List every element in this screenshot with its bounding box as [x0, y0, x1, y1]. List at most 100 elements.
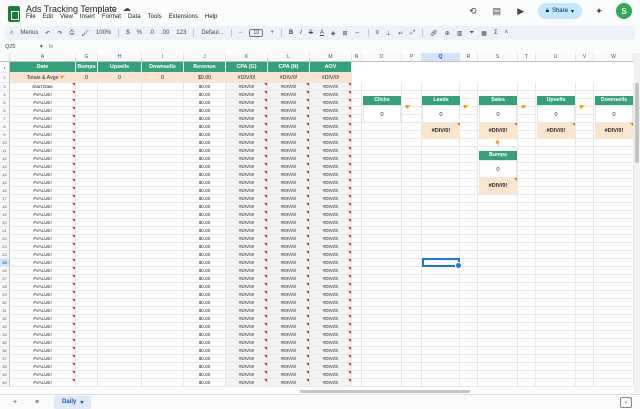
error-cell[interactable]: #DIV/0!	[310, 163, 352, 171]
empty-cell[interactable]	[422, 315, 460, 323]
column-header[interactable]: P	[402, 53, 422, 62]
error-cell[interactable]: #DIV/0!	[268, 211, 310, 219]
empty-cell[interactable]	[478, 315, 518, 323]
revenue-cell[interactable]: $0.00	[184, 299, 226, 307]
date-cell[interactable]: #VALUE!	[10, 363, 76, 371]
italic-button[interactable]: I	[300, 30, 302, 36]
empty-cell[interactable]	[594, 347, 634, 355]
empty-cell[interactable]	[518, 371, 536, 379]
empty-cell[interactable]	[402, 283, 422, 291]
empty-cell[interactable]	[460, 267, 478, 275]
empty-cell[interactable]	[594, 339, 634, 347]
row-header[interactable]: 16	[0, 187, 10, 195]
empty-cell[interactable]	[76, 171, 98, 179]
empty-cell[interactable]	[352, 83, 362, 91]
error-cell[interactable]: #DIV/0!	[226, 371, 268, 379]
cloud-status-icon[interactable]: ☁	[123, 4, 131, 13]
flow-value[interactable]: 0	[479, 160, 517, 178]
date-cell[interactable]: #VALUE!	[10, 299, 76, 307]
empty-cell[interactable]	[576, 83, 594, 91]
empty-cell[interactable]	[142, 91, 184, 99]
empty-cell[interactable]	[362, 371, 402, 379]
comments-icon[interactable]: ▤	[490, 6, 504, 17]
header-cell-revenue[interactable]: Revenue	[184, 62, 226, 73]
empty-cell[interactable]	[422, 171, 460, 179]
empty-cell[interactable]	[576, 243, 594, 251]
empty-cell[interactable]	[460, 307, 478, 315]
empty-cell[interactable]	[142, 379, 184, 387]
empty-cell[interactable]	[352, 123, 362, 131]
empty-cell[interactable]	[352, 339, 362, 347]
error-cell[interactable]: #DIV/0!	[310, 179, 352, 187]
empty-cell[interactable]	[460, 291, 478, 299]
empty-cell[interactable]	[422, 371, 460, 379]
font-size-decrease-button[interactable]: −	[239, 30, 243, 36]
revenue-cell[interactable]: $0.00	[184, 235, 226, 243]
empty-cell[interactable]	[536, 211, 576, 219]
empty-cell[interactable]	[76, 203, 98, 211]
error-cell[interactable]: #DIV/0!	[268, 203, 310, 211]
empty-cell[interactable]	[76, 235, 98, 243]
empty-cell[interactable]	[76, 347, 98, 355]
empty-cell[interactable]	[576, 299, 594, 307]
empty-cell[interactable]	[460, 171, 478, 179]
empty-cell[interactable]	[422, 307, 460, 315]
revenue-cell[interactable]: $0.00	[184, 107, 226, 115]
row-header[interactable]: 14	[0, 171, 10, 179]
empty-cell[interactable]	[536, 299, 576, 307]
empty-cell[interactable]	[460, 203, 478, 211]
column-header[interactable]: I	[142, 53, 184, 62]
empty-cell[interactable]	[460, 275, 478, 283]
empty-cell[interactable]	[76, 291, 98, 299]
empty-cell[interactable]	[422, 283, 460, 291]
revenue-cell[interactable]: $0.00	[184, 99, 226, 107]
row-header[interactable]: 24	[0, 251, 10, 259]
empty-cell[interactable]	[460, 331, 478, 339]
empty-cell[interactable]	[362, 171, 402, 179]
date-cell[interactable]: #VALUE!	[10, 355, 76, 363]
empty-cell[interactable]	[478, 339, 518, 347]
empty-cell[interactable]	[576, 227, 594, 235]
revenue-cell[interactable]: $0.00	[184, 131, 226, 139]
error-cell[interactable]: #DIV/0!	[268, 379, 310, 387]
header-cell-bumps[interactable]: Bumps	[76, 62, 98, 73]
empty-cell[interactable]	[98, 203, 142, 211]
revenue-cell[interactable]: $0.00	[184, 291, 226, 299]
empty-cell[interactable]	[576, 363, 594, 371]
revenue-cell[interactable]: $0.00	[184, 283, 226, 291]
revenue-cell[interactable]: $0.00	[184, 171, 226, 179]
error-cell[interactable]: #DIV/0!	[226, 227, 268, 235]
empty-cell[interactable]	[518, 211, 536, 219]
empty-cell[interactable]	[518, 283, 536, 291]
totals-cell-upsells[interactable]: 0	[98, 73, 142, 83]
empty-cell[interactable]	[76, 363, 98, 371]
search-icon[interactable]: ⌕	[10, 30, 13, 37]
empty-cell[interactable]	[142, 155, 184, 163]
filter-views-icon[interactable]: ▦	[481, 30, 487, 37]
empty-cell[interactable]	[422, 299, 460, 307]
empty-cell[interactable]	[478, 219, 518, 227]
empty-cell[interactable]	[142, 227, 184, 235]
font-size-input[interactable]: 10	[249, 29, 264, 37]
empty-cell[interactable]	[460, 363, 478, 371]
empty-cell[interactable]	[402, 195, 422, 203]
empty-cell[interactable]	[98, 291, 142, 299]
revenue-cell[interactable]: $0.00	[184, 163, 226, 171]
error-cell[interactable]: #DIV/0!	[310, 315, 352, 323]
empty-cell[interactable]	[536, 235, 576, 243]
empty-cell[interactable]	[422, 203, 460, 211]
meet-icon[interactable]: ▶	[514, 6, 528, 17]
empty-cell[interactable]	[352, 139, 362, 147]
empty-cell[interactable]	[536, 355, 576, 363]
empty-cell[interactable]	[478, 347, 518, 355]
name-box[interactable]: Q25	[0, 44, 40, 50]
error-cell[interactable]: #DIV/0!	[310, 171, 352, 179]
empty-cell[interactable]	[478, 203, 518, 211]
error-cell[interactable]: #DIV/0!	[268, 307, 310, 315]
empty-cell[interactable]	[98, 155, 142, 163]
empty-cell[interactable]	[576, 211, 594, 219]
empty-cell[interactable]	[362, 331, 402, 339]
empty-cell[interactable]	[98, 307, 142, 315]
flow-rate[interactable]: #DIV/0!	[479, 123, 517, 139]
empty-cell[interactable]	[460, 131, 478, 139]
